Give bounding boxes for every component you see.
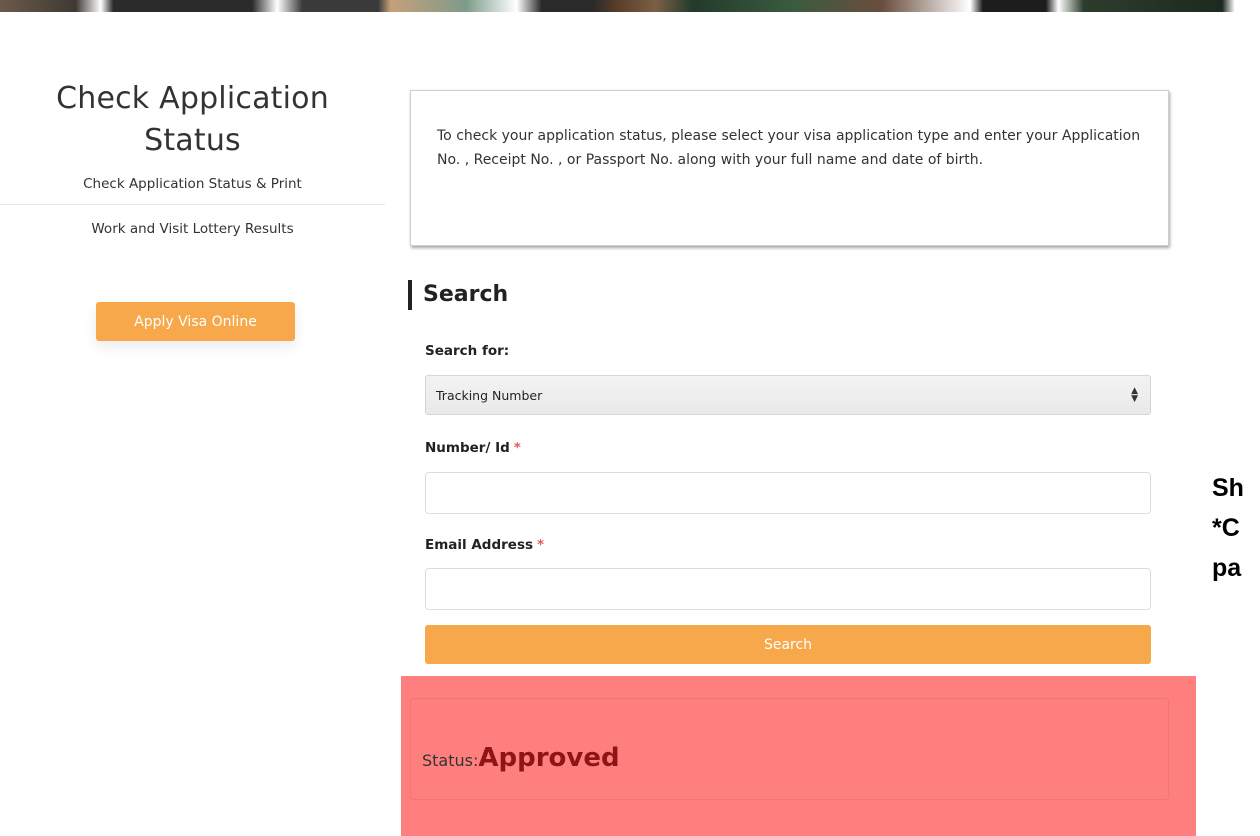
sidebar-link-lottery-results[interactable]: Work and Visit Lottery Results (0, 221, 385, 237)
search-heading: Search (408, 280, 508, 310)
status-value: Approved (478, 743, 620, 773)
status-label: Status: (422, 751, 479, 770)
required-asterisk: * (513, 440, 521, 456)
header-banner-image (0, 0, 1260, 12)
required-asterisk: * (537, 537, 545, 553)
sidebar-link-status-print[interactable]: Check Application Status & Print (0, 176, 385, 205)
email-address-input[interactable] (425, 568, 1151, 610)
number-id-input[interactable] (425, 472, 1151, 514)
search-type-select[interactable]: Tracking Number ▲ ▼ (425, 375, 1151, 415)
select-arrows-icon: ▲ ▼ (1131, 386, 1138, 404)
search-button[interactable]: Search (425, 625, 1151, 664)
status-card: Status:Approved (410, 698, 1169, 800)
status-result: Status:Approved (422, 743, 620, 773)
email-address-label: Email Address * (425, 537, 545, 553)
instructions-box: To check your application status, please… (410, 90, 1169, 246)
apply-visa-online-button[interactable]: Apply Visa Online (96, 302, 295, 341)
cropped-side-note: Sh *C pa (1212, 474, 1244, 582)
search-type-selected-value: Tracking Number (436, 387, 543, 403)
sidebar: Check Application Status Check Applicati… (0, 78, 385, 341)
search-for-label: Search for: (425, 343, 510, 359)
status-panel: Status:Approved (401, 676, 1196, 836)
number-id-label: Number/ Id * (425, 440, 521, 456)
instructions-text: To check your application status, please… (437, 128, 1141, 168)
sidebar-title: Check Application Status (56, 81, 329, 158)
